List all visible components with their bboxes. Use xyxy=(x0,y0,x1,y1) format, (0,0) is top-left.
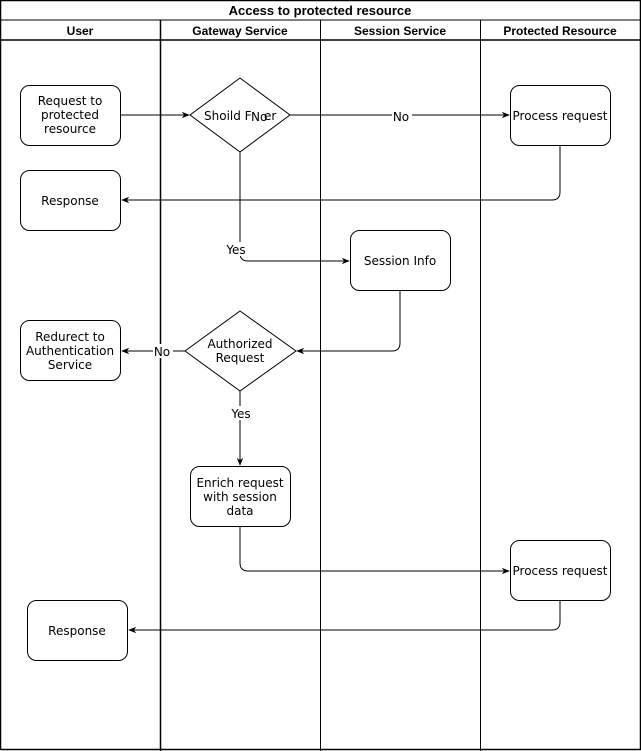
node-label-line: Process request xyxy=(513,564,608,578)
lane-header-user: User xyxy=(67,24,94,38)
node-label-line: Shoild F xyxy=(204,109,252,123)
node-process-request-2[interactable]: Process request xyxy=(510,540,611,601)
edge-label-yes-authorized: Yes xyxy=(230,407,250,421)
node-label-line: Redurect to xyxy=(35,330,105,344)
lane-header-session: Session Service xyxy=(354,24,446,38)
node-label-line: data xyxy=(226,504,253,518)
node-label-line: Request xyxy=(216,351,265,365)
node-request-to-protected-resource[interactable]: Request to protected resource xyxy=(20,85,121,146)
node-enrich-request[interactable]: Enrich request with session data xyxy=(190,466,291,527)
lane-header-gateway: Gateway Service xyxy=(192,24,288,38)
edge-label-no-authorized: No xyxy=(154,345,170,359)
node-label-line: Response xyxy=(41,194,99,208)
node-process-request-1[interactable]: Process request xyxy=(510,85,611,146)
node-label-line: Enrich request xyxy=(196,476,283,490)
node-response-2[interactable]: Response xyxy=(27,600,128,661)
edge-label-yes-filter: Yes xyxy=(225,243,245,257)
node-label-line: protected xyxy=(41,108,99,122)
swimlane-diagram: Access to protected resource User Gatewa… xyxy=(0,0,641,751)
node-label-line: Request to xyxy=(38,94,103,108)
node-redirect-to-authentication[interactable]: Redurect to Authentication Service xyxy=(20,320,121,381)
node-label-line: Service xyxy=(48,358,92,372)
edge-label-no-filter: No xyxy=(393,110,409,124)
diagram-title: Access to protected resource xyxy=(229,3,412,18)
node-session-info[interactable]: Session Info xyxy=(350,230,451,291)
node-label-line: Authorized xyxy=(207,337,272,351)
node-response-1[interactable]: Response xyxy=(20,170,121,231)
lane-header-resource: Protected Resource xyxy=(503,24,617,38)
node-label-overlay: er xyxy=(264,109,276,123)
node-label-line: Authentication xyxy=(26,344,114,358)
node-label-line: with session xyxy=(203,490,277,504)
node-label-line: Session Info xyxy=(364,254,436,268)
node-label-line: Response xyxy=(48,624,106,638)
node-label-line: resource xyxy=(44,122,96,136)
node-label-line: Process request xyxy=(513,109,608,123)
